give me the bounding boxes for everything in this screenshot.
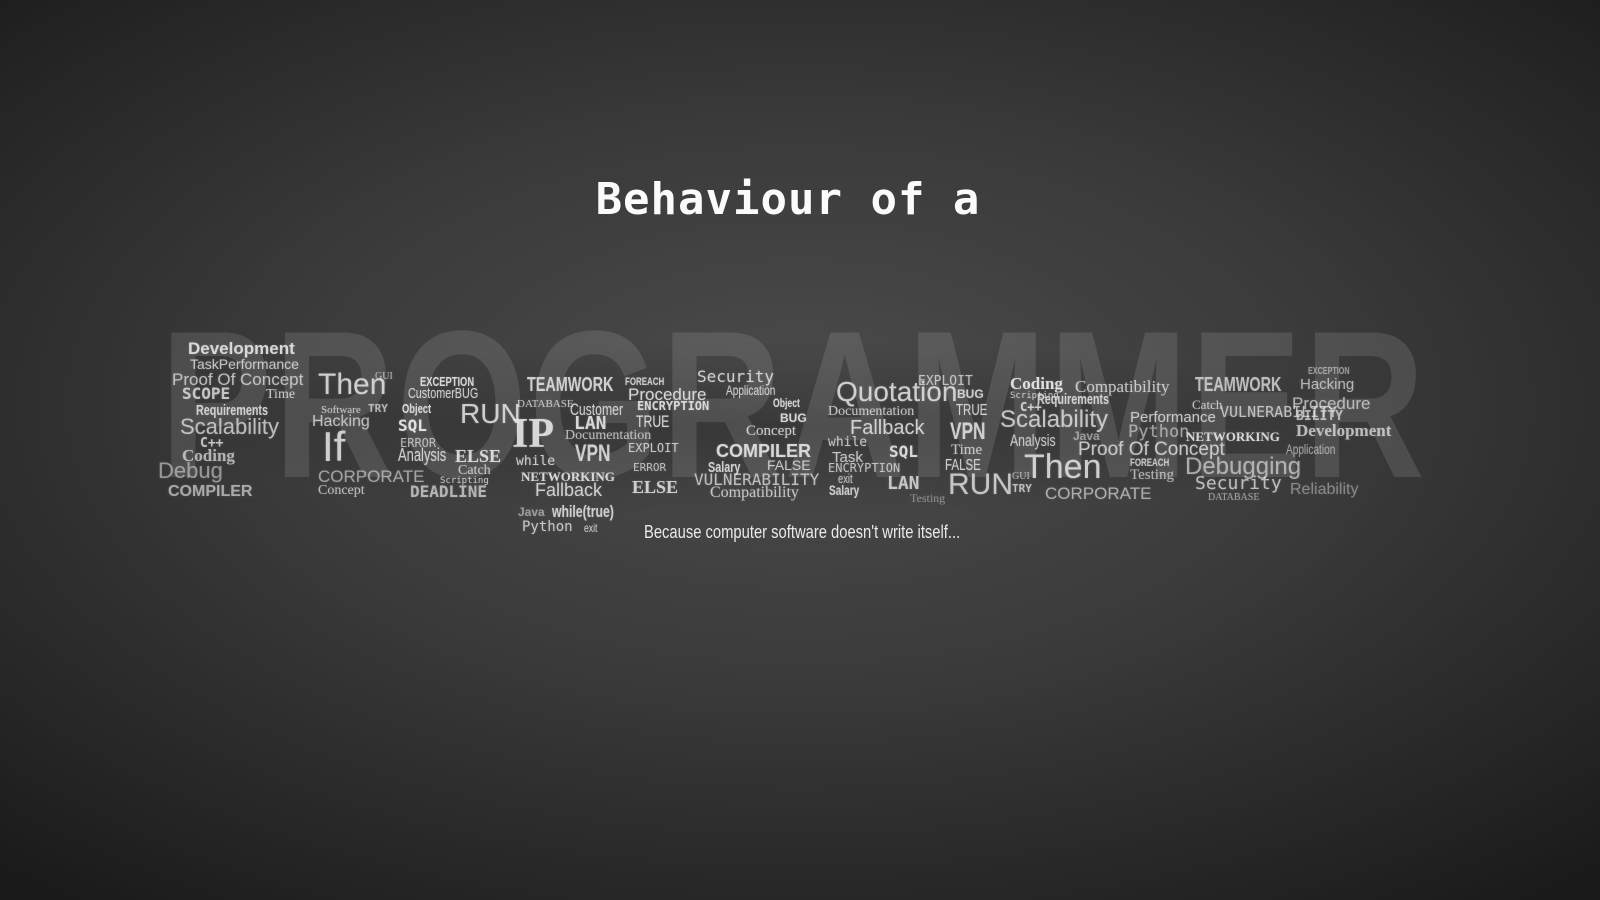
word-cloud-word: RUN [948, 468, 1013, 501]
word-cloud-word: Compatibility [710, 484, 799, 501]
word-cloud-word: Testing [910, 491, 946, 505]
word-cloud-word: ELSE [632, 477, 679, 497]
word-cloud-word: SQL [398, 416, 427, 435]
word-cloud-word: Application [726, 382, 776, 398]
word-cloud-word: GUI [375, 371, 393, 382]
word-cloud-word: GUI [1012, 471, 1030, 482]
word-cloud-word: COMPILER [168, 483, 253, 500]
word-cloud-word: TRY [368, 402, 388, 415]
word-cloud-word: TEAMWORK [1195, 374, 1282, 396]
tagline: Because computer software doesn't write … [644, 522, 961, 542]
word-cloud-word: EXPLOIT [628, 441, 679, 455]
word-cloud-word: BUG [957, 387, 984, 401]
word-cloud-word: Time [951, 442, 983, 458]
word-cloud-word: SCOPE [182, 384, 231, 403]
word-cloud-word: Analysis [1010, 431, 1056, 450]
word-cloud-word: CORPORATE [1045, 484, 1152, 503]
word-cloud-word: Analysis [398, 445, 447, 465]
word-cloud-word: Security [1195, 473, 1282, 494]
word-cloud-word: IP [512, 411, 554, 457]
word-cloud-word: Testing [1130, 467, 1174, 483]
word-cloud-word: exit [584, 521, 598, 535]
word-cloud-word: DEADLINE [410, 482, 488, 501]
word-cloud-word: TRY [1012, 482, 1032, 495]
word-cloud-word: Development [188, 339, 295, 358]
word-cloud-word: TRUE [956, 402, 988, 419]
word-cloud-word: TaskPerformance [190, 356, 299, 372]
word-cloud-word: DATABASE [1208, 492, 1260, 503]
word-cloud-word: Salary [829, 482, 860, 498]
word-cloud-word: Reliability [1290, 481, 1359, 498]
word-cloud-word: Object [773, 396, 800, 410]
word-cloud-word: VPN [575, 440, 611, 467]
word-cloud-programmer: Development TaskPerformance Proof Of Conce… [0, 0, 1600, 900]
word-cloud-word: Python [522, 519, 573, 535]
word-cloud-word: Coding [1010, 374, 1063, 393]
word-cloud-word: Hacking [1300, 376, 1355, 393]
word-cloud-word: Application [1286, 441, 1336, 457]
word-cloud-word: Concept [746, 423, 796, 439]
word-cloud-word: Requirements [1037, 391, 1110, 408]
word-cloud-word: Development [1296, 421, 1392, 440]
word-cloud-word: Scalability [180, 414, 280, 439]
word-cloud-word: SQL [889, 442, 918, 461]
word-cloud-word: Concept [318, 483, 365, 498]
word-cloud-word: Then [1024, 448, 1102, 486]
word-cloud-word: Fallback [535, 480, 603, 500]
word-cloud-word: ERROR [633, 461, 667, 474]
word-cloud-word: ENCRYPTION [637, 399, 710, 413]
word-cloud-word: Java [518, 505, 545, 519]
word-cloud-word: DATABASE [517, 398, 574, 410]
word-cloud-word: while(true) [552, 502, 614, 521]
word-cloud-word: while [516, 454, 556, 469]
word-cloud-word: Debug [158, 458, 223, 483]
word-cloud-word: Catch [1192, 397, 1223, 412]
word-cloud-word: Time [266, 387, 296, 402]
word-cloud-word: while [828, 435, 868, 450]
word-cloud-word: TEAMWORK [527, 374, 614, 396]
word-cloud-word: If [322, 423, 346, 470]
word-cloud-word: Object [402, 401, 432, 416]
word-cloud-word: VPN [950, 418, 986, 445]
